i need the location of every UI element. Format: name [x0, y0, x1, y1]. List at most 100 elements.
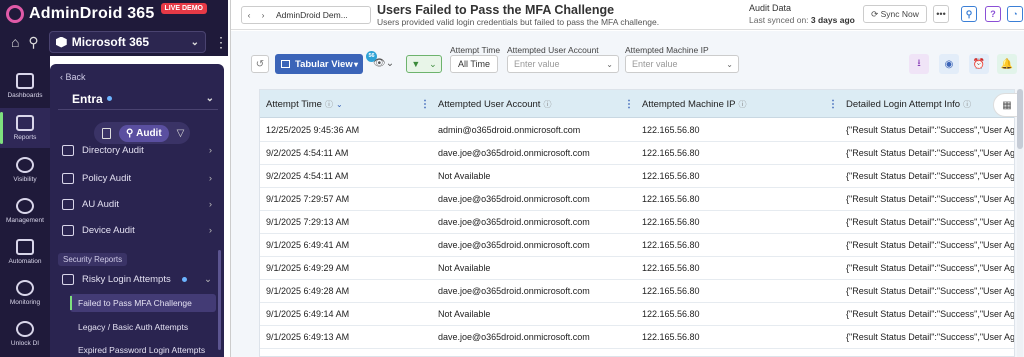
column-attempted-user-account[interactable]: Attempted User Account ⓘ ⋮ [438, 90, 642, 118]
cell-detail-info: {"Result Status Detail":"Success","User … [846, 309, 1014, 319]
report-header: ‹ › AdminDroid Dem... Users Failed to Pa… [231, 0, 1024, 30]
back-link[interactable]: ‹ Back [60, 72, 86, 82]
nav-item-directory-audit[interactable]: Directory Audit › [62, 144, 212, 156]
cell-attempt-time: 9/1/2025 6:49:29 AM [266, 263, 350, 273]
column-menu-icon[interactable]: ⋮ [624, 99, 634, 110]
more-button[interactable]: ••• [933, 5, 949, 23]
table-scrollbar[interactable] [1017, 89, 1023, 357]
nav-item-label: Device Audit [82, 224, 135, 236]
table-row[interactable]: 12/25/2025 9:45:36 AM admin@o365droid.onm… [260, 119, 1014, 142]
search-icon[interactable]: ⚲ [24, 32, 42, 52]
cell-machine-ip: 122.165.56.80 [642, 332, 700, 342]
rail-item-reports[interactable]: Reports [0, 108, 50, 148]
sync-now-button[interactable]: ⟳ Sync Now [863, 5, 927, 23]
document-icon[interactable] [102, 127, 111, 139]
nav-group-risky-login[interactable]: Risky Login Attempts ⌄ [62, 269, 212, 289]
table-row[interactable]: 9/1/2025 6:49:28 AM dave.joe@o365droid.on… [260, 280, 1014, 303]
rail-item-automation[interactable]: Automation [0, 232, 50, 272]
cell-machine-ip: 122.165.56.80 [642, 148, 700, 158]
column-attempt-time[interactable]: Attempt Time ⓘ ⌄ ⋮ [266, 90, 438, 118]
nav-item-policy-audit[interactable]: Policy Audit › [62, 168, 212, 188]
more-vert-icon[interactable]: ⋮ [214, 34, 228, 51]
chevron-right-icon: › [208, 145, 212, 156]
sub-item-expired-password[interactable]: Expired Password Login Attempts [70, 341, 216, 357]
rail-item-dashboards[interactable]: Dashboards [0, 66, 50, 106]
account-filter-input[interactable]: Enter value ⌄ [507, 55, 619, 73]
audit-tab[interactable]: ⚲ Audit [119, 124, 169, 142]
column-menu-icon[interactable]: ⋮ [420, 99, 430, 110]
table-row[interactable]: 9/2/2025 4:54:11 AM dave.joe@o365droid.on… [260, 142, 1014, 165]
nav-scrollbar[interactable] [218, 250, 221, 350]
view-selector[interactable]: Tabular View ▾ [275, 54, 363, 74]
task-icon[interactable]: ◔ [1007, 6, 1023, 22]
table-row[interactable]: 9/1/2025 7:29:57 AM dave.joe@o365droid.on… [260, 188, 1014, 211]
sync-icon: ⟳ [871, 8, 881, 19]
tenant-selector[interactable]: Microsoft 365 ⌄ [48, 31, 207, 53]
account-filter-label: Attempted User Account [507, 45, 599, 55]
rail-item-visibility[interactable]: Visibility [0, 150, 50, 190]
table-row[interactable]: 9/2/2025 4:54:11 AM Not Available 122.165.… [260, 165, 1014, 188]
refresh-icon[interactable]: ↺ [251, 55, 269, 73]
cell-detail-info: {"Result Status Detail":"Success","User … [846, 217, 1014, 227]
column-label: Attempt Time [266, 98, 322, 110]
sub-item-legacy-auth[interactable]: Legacy / Basic Auth Attempts [70, 318, 216, 336]
home-icon[interactable]: ⌂ [6, 32, 24, 52]
info-icon: ⓘ [324, 99, 333, 109]
chevron-down-icon: ⌄ [204, 273, 212, 285]
search-icon[interactable]: ⚲ [961, 6, 977, 22]
rail-item-unlock-di[interactable]: Unlock DI [0, 314, 50, 354]
nav-item-au-audit[interactable]: AU Audit › [62, 194, 212, 214]
table-row[interactable]: 9/1/2025 6:49:29 AM Not Available 122.165.… [260, 257, 1014, 280]
cell-attempt-time: 9/1/2025 6:49:13 AM [266, 332, 350, 342]
prev-icon[interactable]: ‹ [242, 10, 256, 20]
eye-icon[interactable]: 👁⌄ [373, 58, 394, 69]
synced-prefix: Last synced on: [749, 15, 811, 25]
status-dot [106, 96, 112, 101]
cell-detail-info: {"Result Status Detail":"Success","User … [846, 332, 1014, 342]
breadcrumb[interactable]: AdminDroid Dem... [276, 10, 348, 20]
scroll-thumb[interactable] [1017, 89, 1023, 149]
comment-icon[interactable]: ◉ [939, 54, 959, 74]
risk-icon [62, 273, 74, 285]
workload-selector[interactable]: Entra ⌄ [58, 88, 218, 110]
rail-item-monitoring[interactable]: Monitoring [0, 273, 50, 313]
table-header: Attempt Time ⓘ ⌄ ⋮ Attempted User Accoun… [260, 90, 1014, 118]
help-icon[interactable]: ? [985, 6, 1001, 22]
column-detailed-login-info[interactable]: Detailed Login Attempt Info ⓘ [846, 90, 1014, 118]
rail-label: Management [6, 217, 44, 224]
filter-icon[interactable]: ▽ [177, 128, 185, 139]
table-row[interactable]: 9/1/2025 6:49:41 AM dave.joe@o365droid.on… [260, 234, 1014, 257]
view-label: Tabular View [295, 58, 353, 70]
ip-filter-input[interactable]: Enter value ⌄ [625, 55, 739, 73]
next-icon[interactable]: › [256, 10, 270, 20]
attempt-time-label: Attempt Time [450, 45, 501, 55]
page-subtitle: Users provided valid login credentials b… [377, 17, 660, 27]
visibility-360-icon [16, 157, 34, 173]
automation-icon [16, 239, 34, 255]
cell-user-account: dave.joe@o365droid.onmicrosoft.com [438, 194, 590, 204]
table-row[interactable]: 9/1/2025 6:49:14 AM Not Available 122.165.… [260, 303, 1014, 326]
table-row[interactable]: 9/1/2025 6:49:13 AM dave.joe@o365droid.on… [260, 326, 1014, 349]
rail-label: Monitoring [9, 299, 41, 306]
table-row[interactable]: 9/1/2025 7:29:13 AM dave.joe@o365droid.on… [260, 211, 1014, 234]
sub-item-failed-mfa[interactable]: Failed to Pass MFA Challenge [70, 294, 216, 312]
filter-button[interactable]: ▼ ⌄ [406, 55, 442, 73]
attempt-time-filter[interactable]: All Time [450, 55, 498, 73]
audit-label: Audit [136, 127, 162, 139]
column-attempted-machine-ip[interactable]: Attempted Machine IP ⓘ ⋮ [642, 90, 846, 118]
cell-attempt-time: 9/1/2025 6:49:28 AM [266, 286, 350, 296]
rail-item-management[interactable]: Management [0, 191, 50, 231]
admindroid-logo-icon [6, 5, 24, 23]
export-icon[interactable]: ⭳ [909, 54, 929, 74]
account-placeholder: Enter value [514, 59, 560, 69]
chevron-down-icon: ⌄ [606, 59, 613, 69]
column-menu-icon[interactable]: ⋮ [828, 99, 838, 110]
nav-item-label: Policy Audit [82, 172, 132, 184]
audit-data-label: Audit Data [749, 3, 792, 13]
cell-attempt-time: 9/1/2025 6:49:14 AM [266, 309, 350, 319]
alarm-icon[interactable]: ⏰ [969, 54, 989, 74]
policy-icon [62, 172, 74, 184]
sort-icon[interactable]: ⌄ [336, 100, 343, 109]
bell-icon[interactable]: 🔔 [997, 54, 1017, 74]
nav-item-device-audit[interactable]: Device Audit › [62, 220, 212, 240]
